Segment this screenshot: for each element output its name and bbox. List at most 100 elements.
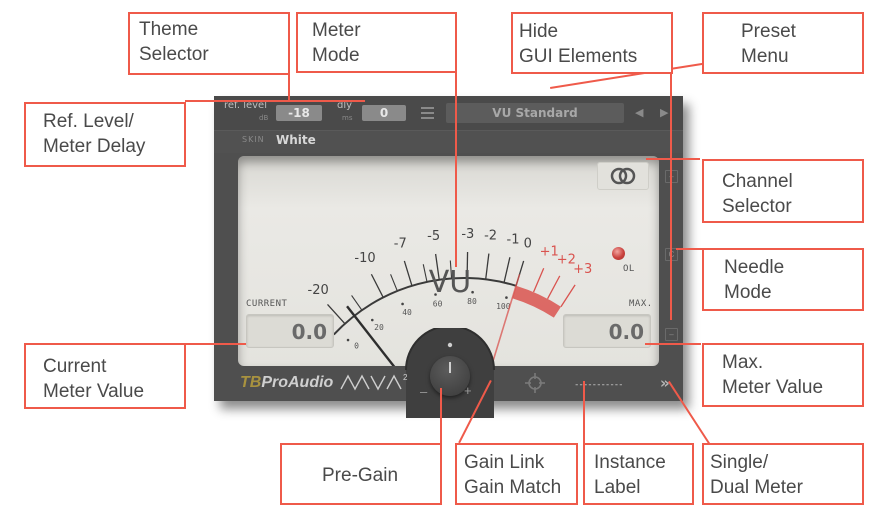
triangle-left-icon[interactable]: ◀ xyxy=(635,106,643,119)
percent-dot xyxy=(471,290,474,294)
max-meter-value[interactable]: 0.0 xyxy=(563,314,651,348)
annotation-line: Needle xyxy=(724,257,785,278)
leader-needle xyxy=(676,248,702,250)
db-label: -7 xyxy=(394,237,407,252)
db-label: -3 xyxy=(461,227,474,242)
annotation-line: Label xyxy=(594,477,641,498)
db-label: 0 xyxy=(524,237,532,252)
annotation-line: Current xyxy=(43,356,107,377)
annotation-line: Meter Value xyxy=(722,377,824,398)
annotation-line: Meter xyxy=(312,20,361,41)
leader-channel xyxy=(646,158,700,160)
annotation-line: Hide xyxy=(519,21,559,42)
leader-pre-gain xyxy=(440,388,442,446)
percent-dot xyxy=(401,302,404,306)
annotation-max-value: Max. Meter Value xyxy=(702,343,864,407)
instance-label[interactable]: ----------- xyxy=(574,380,624,390)
annotation-line: Pre-Gain xyxy=(322,465,399,486)
annotation-line: Ref. Level/ xyxy=(43,111,134,132)
overload-label: OL xyxy=(623,264,635,274)
annotation-line: Preset xyxy=(741,21,796,42)
leader-hide-gui xyxy=(670,72,672,320)
annotation-line: Dual Meter xyxy=(710,477,803,498)
annotation-line: Theme xyxy=(139,19,199,40)
triangle-right-icon[interactable]: ▶ xyxy=(660,106,668,119)
annotation-line: Single/ xyxy=(710,452,769,473)
percent-dot xyxy=(370,318,374,322)
annotation-line: Meter Delay xyxy=(43,136,146,157)
knob-center-dot xyxy=(447,342,453,348)
crosshair-icon[interactable] xyxy=(524,372,546,394)
percent-dot xyxy=(346,338,350,342)
annotation-current-value: Current Meter Value xyxy=(24,343,186,409)
leader-max xyxy=(645,343,701,345)
brand-logo: TBProAudio xyxy=(240,374,333,392)
annotation-line: Mode xyxy=(312,45,360,66)
minor-tick xyxy=(422,264,428,283)
annotation-line: Mode xyxy=(724,282,772,303)
max-reset-button[interactable]: – xyxy=(665,328,678,341)
brand-tb: TB xyxy=(240,374,262,391)
annotation-preset-menu: Preset Menu xyxy=(702,12,864,74)
annotation-line: GUI Elements xyxy=(519,46,638,67)
percent-label: 60 xyxy=(433,299,443,308)
delay-unit: ms xyxy=(342,114,353,122)
brand-proaudio: ProAudio xyxy=(261,374,334,391)
annotation-line: Gain Link xyxy=(464,452,545,473)
percent-label: 0 xyxy=(354,342,359,351)
current-label: CURRENT xyxy=(246,299,288,309)
knob-minus-label: – xyxy=(420,384,428,399)
vu-meter-plugin: ref. level dB -18 dly ms 0 VU Standard ◀… xyxy=(214,96,683,418)
annotation-line: Selector xyxy=(139,44,209,65)
db-label: -1 xyxy=(507,233,520,248)
knob-indicator xyxy=(449,362,451,373)
red-zone-band xyxy=(512,285,561,318)
db-label: -10 xyxy=(354,251,375,266)
minor-tick xyxy=(390,274,398,292)
annotation-instance-label: Instance Label xyxy=(583,443,694,505)
channel-selector-button[interactable] xyxy=(597,162,649,190)
db-tick xyxy=(403,260,413,286)
annotation-theme-selector: Theme Selector xyxy=(128,12,290,75)
annotation-line: Instance xyxy=(594,452,666,473)
ref-level-input[interactable]: -18 xyxy=(276,105,322,121)
db-tick xyxy=(503,257,511,283)
annotation-line: Menu xyxy=(741,46,789,67)
db-label: -20 xyxy=(308,283,329,298)
preset-menu[interactable]: VU Standard xyxy=(446,103,624,123)
percent-dot xyxy=(505,296,508,299)
percent-label: 40 xyxy=(402,308,412,317)
annotation-pre-gain: Pre-Gain xyxy=(280,443,442,505)
leader-meter-mode xyxy=(455,72,457,267)
leader-current xyxy=(186,343,246,345)
db-label: +3 xyxy=(573,262,592,277)
db-tick xyxy=(532,267,545,293)
annotation-single-dual: Single/Dual Meter xyxy=(702,443,864,505)
db-label: -2 xyxy=(484,229,497,244)
annotation-ref-level: Ref. Level/Meter Delay xyxy=(24,102,186,167)
minor-tick xyxy=(351,295,363,311)
stereo-rings-icon xyxy=(610,167,636,185)
ref-level-unit: dB xyxy=(259,114,269,122)
annotation-channel-selector: Channel Selector xyxy=(702,159,864,223)
annotation-line: Meter Value xyxy=(43,381,145,402)
annotation-needle-mode: Needle Mode xyxy=(702,248,864,311)
leader-instance xyxy=(583,381,585,445)
product-logo-mvm xyxy=(340,374,402,391)
leader-ref-level xyxy=(185,100,365,102)
db-label: -5 xyxy=(427,229,440,244)
delay-input[interactable]: 0 xyxy=(362,105,406,121)
product-superscript: 2 xyxy=(403,373,408,382)
max-label: MAX. xyxy=(629,299,653,309)
annotation-meter-mode: Meter Mode xyxy=(296,12,457,73)
skin-label: SKIN xyxy=(242,135,265,144)
db-tick xyxy=(560,284,576,308)
db-tick xyxy=(370,273,384,298)
annotation-gain-link: Gain Link Gain Match xyxy=(455,443,578,505)
hamburger-icon[interactable] xyxy=(421,106,434,119)
theme-selector[interactable]: White xyxy=(276,133,316,147)
knob-plus-label: + xyxy=(464,383,472,398)
current-meter-value: 0.0 xyxy=(246,314,334,348)
annotation-hide-gui: Hide GUI Elements xyxy=(511,12,673,74)
vu-type-label: VU xyxy=(429,265,471,300)
